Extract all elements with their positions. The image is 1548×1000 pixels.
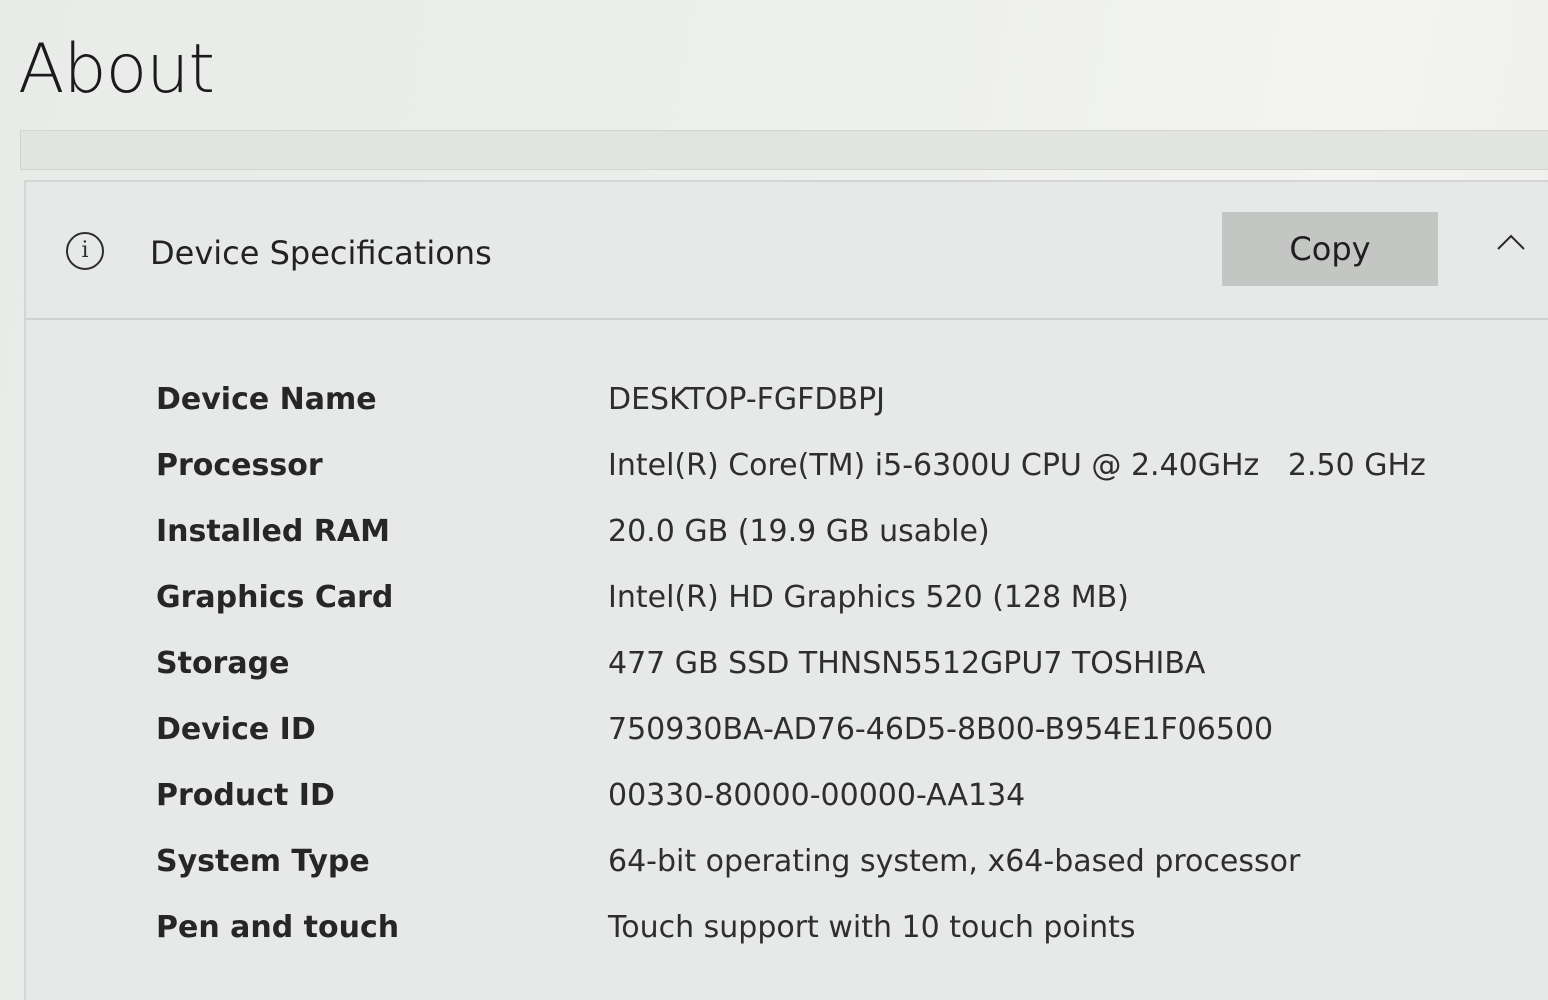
spec-value: 750930BA-AD76-46D5-8B00-B954E1F06500	[608, 712, 1274, 747]
spec-value: Touch support with 10 touch points	[608, 910, 1136, 945]
spec-value: Intel(R) HD Graphics 520 (128 MB)	[608, 580, 1129, 615]
spec-label: Installed RAM	[156, 514, 390, 549]
device-specifications-card: i Device Specifications Copy Device Name…	[24, 180, 1548, 1000]
spec-row-device-name: Device Name DESKTOP-FGFDBPJ	[156, 382, 1536, 448]
spec-value: 00330-80000-00000-AA134	[608, 778, 1026, 813]
spec-row-graphics-card: Graphics Card Intel(R) HD Graphics 520 (…	[156, 580, 1536, 646]
spec-value: 477 GB SSD THNSN5512GPU7 TOSHIBA	[608, 646, 1206, 681]
spec-row-processor: Processor Intel(R) Core(TM) i5-6300U CPU…	[156, 448, 1536, 514]
spec-value: 20.0 GB (19.9 GB usable)	[608, 514, 990, 549]
spec-value: 64-bit operating system, x64-based proce…	[608, 844, 1301, 879]
spec-row-device-id: Device ID 750930BA-AD76-46D5-8B00-B954E1…	[156, 712, 1536, 778]
copy-button[interactable]: Copy	[1222, 212, 1438, 286]
spec-row-storage: Storage 477 GB SSD THNSN5512GPU7 TOSHIBA	[156, 646, 1536, 712]
spec-row-installed-ram: Installed RAM 20.0 GB (19.9 GB usable)	[156, 514, 1536, 580]
spec-label: System Type	[156, 844, 370, 879]
spec-label: Device Name	[156, 382, 377, 417]
previous-section-strip	[20, 130, 1548, 170]
spec-label: Graphics Card	[156, 580, 394, 615]
device-specifications-title: Device Specifications	[150, 234, 492, 272]
spec-row-pen-and-touch: Pen and touch Touch support with 10 touc…	[156, 910, 1536, 976]
info-icon: i	[66, 232, 104, 270]
spec-value: Intel(R) Core(TM) i5-6300U CPU @ 2.40GHz…	[608, 448, 1426, 483]
spec-value: DESKTOP-FGFDBPJ	[608, 382, 886, 417]
spec-label: Device ID	[156, 712, 316, 747]
spec-label: Storage	[156, 646, 290, 681]
spec-label: Product ID	[156, 778, 335, 813]
spec-label: Processor	[156, 448, 323, 483]
chevron-up-icon[interactable]	[1496, 232, 1526, 252]
spec-table: Device Name DESKTOP-FGFDBPJ Processor In…	[156, 382, 1536, 976]
spec-row-product-id: Product ID 00330-80000-00000-AA134	[156, 778, 1536, 844]
device-specifications-header[interactable]: i Device Specifications Copy	[26, 182, 1548, 320]
spec-row-system-type: System Type 64-bit operating system, x64…	[156, 844, 1536, 910]
spec-label: Pen and touch	[156, 910, 400, 945]
page-title: About	[18, 30, 215, 109]
